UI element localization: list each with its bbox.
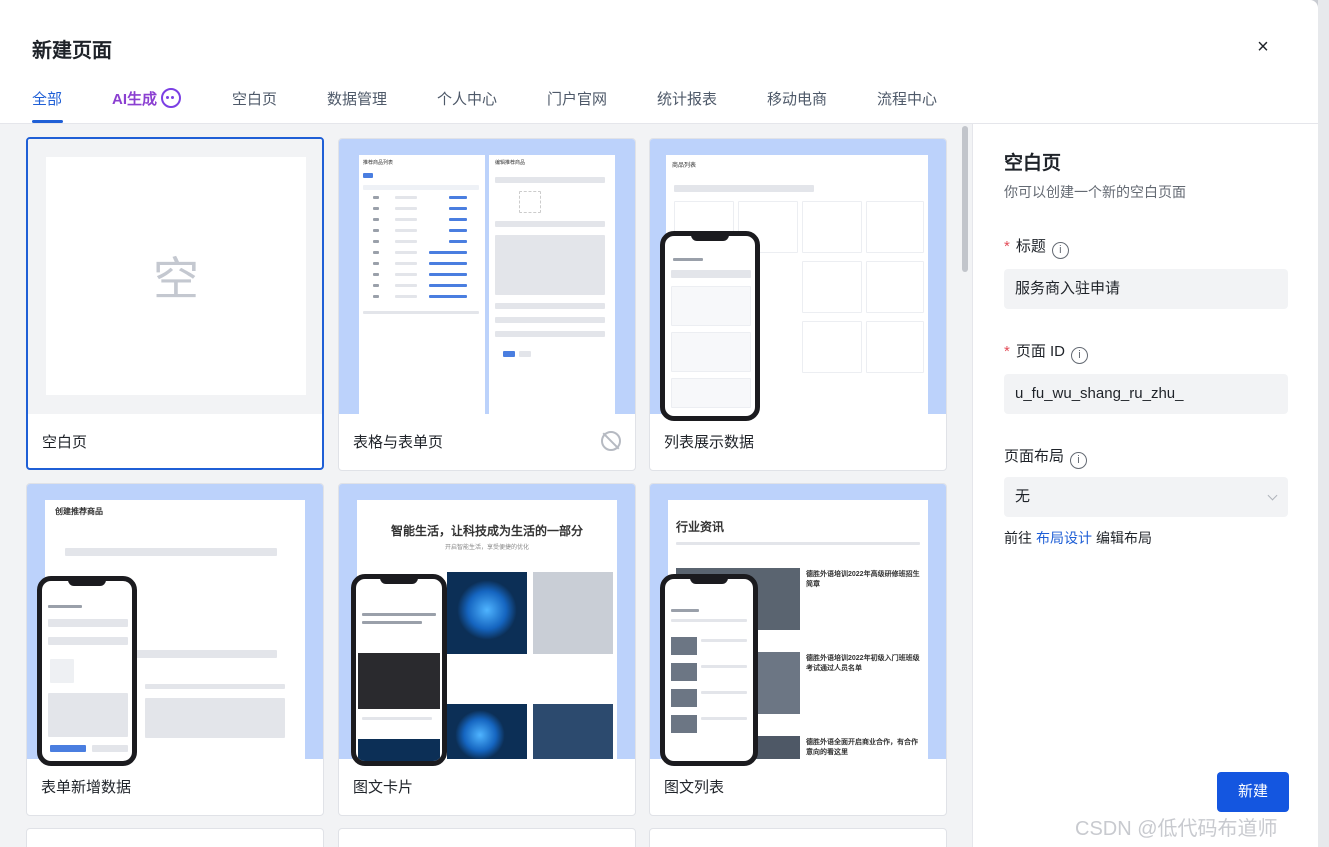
page-id-input[interactable]: u_fu_wu_shang_ru_zhu_ [1004,374,1288,414]
preview-title-text: 商品列表 [672,163,697,169]
eye-off-icon[interactable] [601,431,621,451]
title-input[interactable]: 服务商入驻申请 [1004,269,1288,309]
watermark: CSDN @低代码布道师 [1075,818,1278,840]
new-page-dialog: 新建页面 × 全部 AI生成 空白页 数据管理 个人中心 门户官网 统计报表 移… [0,0,1318,847]
title-field-label: * 标题 i [1004,235,1069,259]
layout-field-label: 页面布局 i [1004,445,1088,469]
mobile-preview [351,574,447,766]
template-thumbnail: 行业资讯 德胜外语培训2022年高级研修班招生简章 德胜外语培训2022年初级入… [650,484,946,766]
close-icon[interactable]: × [1252,36,1274,58]
template-card-blank[interactable]: 空 空白页 [26,137,324,470]
tab-all[interactable]: 全部 [32,88,62,109]
template-card-image-cards[interactable]: 智能生活，让科技成为生活的一部分 开启智能生活，享受便捷的优化 图文卡片 [338,483,636,816]
chevron-down-icon [1267,490,1278,501]
tab-blank[interactable]: 空白页 [232,88,277,109]
tab-ai-label: AI生成 [112,91,158,108]
tab-portal[interactable]: 门户官网 [547,88,607,109]
mobile-preview [660,574,758,766]
required-marker: * [1004,238,1010,255]
preview-subline: 开启智能生活，享受便捷的优化 [444,545,529,551]
blank-preview: 空 [46,157,306,395]
page-id-label-text: 页面 ID [1015,343,1066,360]
panel-title: 空白页 [1004,153,1062,174]
layout-select[interactable]: 无 [1004,477,1288,517]
edit-form-preview: 编辑推荐商品 [489,155,615,414]
template-thumbnail: 商品列表 [650,139,946,421]
template-card-label: 图文列表 [664,779,725,796]
active-tab-indicator [32,120,63,123]
page-id-field-label: * 页面 ID i [1004,340,1089,364]
template-card-image-list[interactable]: 行业资讯 德胜外语培训2022年高级研修班招生简章 德胜外语培训2022年初级入… [649,483,947,816]
template-thumbnail: 空 [28,139,322,414]
news-item-title: 德胜外语培训2022年初级入门班班级考试通过人员名单 [806,655,920,672]
panel-description: 你可以创建一个新的空白页面 [1004,184,1186,200]
preview-headline: 智能生活，让科技成为生活的一部分 [390,524,583,538]
template-card-list-display[interactable]: 商品列表 列表展示数据 [649,138,947,471]
table-page-preview: 推荐商品列表 [359,155,485,414]
category-tabs: 全部 AI生成 空白页 数据管理 个人中心 门户官网 统计报表 移动电商 流程中… [0,76,1318,124]
preview-title-text: 编辑推荐商品 [495,160,526,166]
ai-robot-icon [161,88,182,108]
layout-design-link[interactable]: 布局设计 [1036,530,1092,546]
blank-placeholder-char: 空 [153,253,199,305]
news-item-title: 德胜外语培训2022年高级研修班招生简章 [806,571,920,588]
template-card-label: 图文卡片 [353,779,414,796]
grid-scrollbar[interactable] [962,126,968,272]
page-settings-panel: 空白页 你可以创建一个新的空白页面 * 标题 i 服务商入驻申请 * 页面 ID i u… [972,124,1318,847]
template-card-form-create[interactable]: 创建推荐商品 表单新增数据 [26,483,324,816]
news-item-title: 德胜外语全面开启商业合作，有合作意向的看这里 [806,739,918,756]
template-card-partial[interactable] [338,828,636,847]
preview-title-text: 推荐商品列表 [363,160,394,166]
tab-workflow[interactable]: 流程中心 [877,88,937,109]
tab-ai-generate[interactable]: AI生成 [112,88,182,109]
template-grid: 空 空白页 推荐商品列表 编辑推荐商品 表格与表单页 商品列表 列表展示数据 创… [0,124,972,847]
template-card-label: 空白页 [42,434,88,451]
template-card-label: 表格与表单页 [353,434,444,451]
title-label-text: 标题 [1015,238,1046,255]
tab-personal-center[interactable]: 个人中心 [437,88,497,109]
dialog-title: 新建页面 [32,40,112,62]
template-card-partial[interactable] [26,828,324,847]
layout-select-value: 无 [1015,488,1031,505]
template-card-partial[interactable] [649,828,947,847]
template-thumbnail: 推荐商品列表 编辑推荐商品 [339,139,635,414]
layout-label-text: 页面布局 [1004,448,1065,465]
background-app-strip [1318,0,1329,847]
preview-title-text: 创建推荐商品 [55,507,103,516]
goto-prefix: 前往 [1004,530,1032,546]
template-card-label: 列表展示数据 [664,434,755,451]
info-icon[interactable]: i [1070,452,1088,469]
tab-mobile-commerce[interactable]: 移动电商 [767,88,827,109]
info-icon[interactable]: i [1071,347,1089,364]
mobile-preview [37,576,137,766]
edit-layout-link[interactable]: 编辑布局 [1096,530,1152,546]
info-icon[interactable]: i [1051,242,1069,259]
layout-links: 前往 布局设计 编辑布局 [1004,528,1152,548]
required-marker: * [1004,343,1010,360]
template-thumbnail: 创建推荐商品 [27,484,323,766]
preview-title-text: 行业资讯 [676,520,725,534]
tab-statistics[interactable]: 统计报表 [657,88,717,109]
template-card-table-form[interactable]: 推荐商品列表 编辑推荐商品 表格与表单页 [338,138,636,471]
mobile-preview [660,231,760,421]
create-button[interactable]: 新建 [1217,772,1289,812]
template-card-label: 表单新增数据 [41,779,132,796]
tab-data-management[interactable]: 数据管理 [327,88,387,109]
template-thumbnail: 智能生活，让科技成为生活的一部分 开启智能生活，享受便捷的优化 [339,484,635,766]
